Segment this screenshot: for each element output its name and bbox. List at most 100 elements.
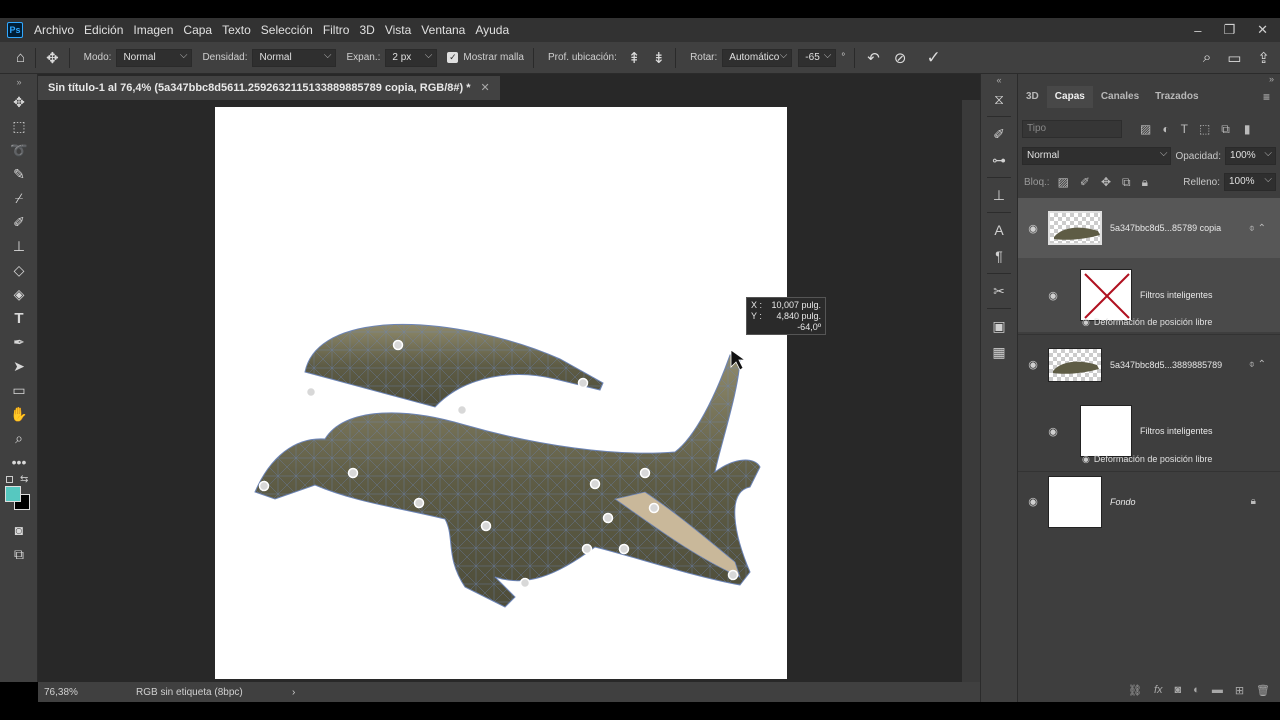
filter-eye-icon[interactable]: ◉ bbox=[1082, 454, 1090, 464]
filter-type-icon[interactable]: T bbox=[1181, 122, 1188, 136]
pin-forward-icon[interactable]: ⇞ bbox=[628, 49, 641, 67]
cancel-icon[interactable]: ⊘ bbox=[894, 49, 907, 67]
document-tab[interactable]: Sin título-1 al 76,4% (5a347bbc8d5611.25… bbox=[38, 76, 500, 100]
expansion-input[interactable]: 2 px bbox=[385, 48, 438, 67]
zoom-level[interactable]: 76,38% bbox=[44, 687, 136, 698]
menu-texto[interactable]: Texto bbox=[217, 18, 256, 42]
new-group-icon[interactable]: ▬ bbox=[1212, 684, 1223, 696]
hand-tool-icon[interactable]: ✋ bbox=[0, 402, 38, 426]
tool-presets-icon[interactable]: ✂ bbox=[981, 278, 1017, 304]
share-icon[interactable]: ⇪ bbox=[1257, 49, 1270, 67]
clone-source-icon[interactable]: ⊥ bbox=[981, 182, 1017, 208]
new-adjustment-icon[interactable]: ◐ bbox=[1193, 684, 1200, 696]
new-layer-icon[interactable]: ⊞ bbox=[1235, 684, 1244, 697]
filter-item[interactable]: ◉ Deformación de posición libre bbox=[1082, 317, 1212, 328]
eraser-tool-icon[interactable]: ◇ bbox=[0, 258, 38, 282]
tab-canales[interactable]: Canales bbox=[1093, 86, 1147, 108]
tab-3d[interactable]: 3D bbox=[1018, 86, 1047, 108]
visibility-eye-icon[interactable]: ◉ bbox=[1018, 495, 1048, 508]
menu-filtro[interactable]: Filtro bbox=[318, 18, 355, 42]
menu-3d[interactable]: 3D bbox=[354, 18, 379, 42]
workspace-icon[interactable]: ▭ bbox=[1227, 49, 1241, 67]
pen-tool-icon[interactable]: ✒ bbox=[0, 330, 38, 354]
history-icon[interactable]: ⧖ bbox=[981, 86, 1017, 112]
menu-edicion[interactable]: Edición bbox=[79, 18, 128, 42]
canvas[interactable] bbox=[215, 107, 787, 679]
path-select-tool-icon[interactable]: ➤ bbox=[0, 354, 38, 378]
rotate-angle-input[interactable]: -65 bbox=[798, 48, 837, 67]
default-colors-icon[interactable] bbox=[6, 476, 13, 483]
layer-row[interactable]: ◉ 5a347bbc8d5...85789 copia ⌽ ⌃ bbox=[1018, 198, 1280, 258]
eyedropper-tool-icon[interactable]: ⌿ bbox=[0, 186, 38, 210]
menu-archivo[interactable]: Archivo bbox=[29, 18, 79, 42]
adjustments-icon[interactable]: ⊶ bbox=[981, 147, 1017, 173]
lasso-tool-icon[interactable]: ➰ bbox=[0, 138, 38, 162]
filter-eye-icon[interactable]: ◉ bbox=[1082, 317, 1090, 327]
link-layers-icon[interactable]: ⛓ bbox=[1128, 684, 1142, 697]
brushes-icon[interactable]: ✐ bbox=[981, 121, 1017, 147]
stamp-tool-icon[interactable]: ⊥ bbox=[0, 234, 38, 258]
undo-icon[interactable]: ↶ bbox=[867, 49, 880, 67]
character-icon[interactable]: A bbox=[981, 217, 1017, 243]
expand-panels-icon[interactable]: « bbox=[981, 74, 1017, 86]
show-mesh-checkbox[interactable]: ✓ bbox=[447, 52, 459, 63]
smart-filter-eye-icon[interactable]: ◉ bbox=[1018, 425, 1068, 438]
libraries-icon[interactable]: ▣ bbox=[981, 313, 1017, 339]
menu-vista[interactable]: Vista bbox=[380, 18, 416, 42]
opacity-input[interactable]: 100% bbox=[1225, 146, 1276, 165]
visibility-eye-icon[interactable]: ◉ bbox=[1018, 222, 1048, 235]
lock-artboard-icon[interactable]: ⧉ bbox=[1122, 175, 1131, 190]
zoom-tool-icon[interactable]: ⌕ bbox=[0, 426, 38, 450]
marquee-tool-icon[interactable]: ⬚ bbox=[0, 114, 38, 138]
tab-capas[interactable]: Capas bbox=[1046, 86, 1093, 108]
filter-pixel-icon[interactable]: ▨ bbox=[1140, 122, 1151, 136]
filter-toggle-icon[interactable]: ▮ bbox=[1244, 122, 1251, 136]
filter-smart-object-icon[interactable]: ⧉ bbox=[1221, 122, 1230, 137]
lock-position-icon[interactable]: ✥ bbox=[1101, 175, 1111, 189]
menu-seleccion[interactable]: Selección bbox=[256, 18, 318, 42]
more-tools-icon[interactable]: ••• bbox=[0, 450, 38, 474]
collapse-icon[interactable]: » bbox=[0, 74, 38, 90]
layer-style-icon[interactable]: fx bbox=[1154, 684, 1163, 696]
smart-filter-eye-icon[interactable]: ◉ bbox=[1018, 289, 1068, 302]
restore-icon[interactable]: ❐ bbox=[1223, 22, 1235, 38]
pin-backward-icon[interactable]: ⇟ bbox=[652, 49, 665, 67]
delete-layer-icon[interactable]: 🗑︎ bbox=[1256, 684, 1270, 697]
shape-tool-icon[interactable]: ▭ bbox=[0, 378, 38, 402]
paragraph-icon[interactable]: ¶ bbox=[981, 243, 1017, 269]
lock-transparency-icon[interactable]: ▨ bbox=[1058, 175, 1069, 189]
status-menu-arrow-icon[interactable]: › bbox=[292, 687, 295, 698]
quick-select-tool-icon[interactable]: ✎ bbox=[0, 162, 38, 186]
home-icon[interactable]: ⌂ bbox=[16, 49, 25, 66]
move-tool-icon[interactable]: ✥ bbox=[0, 90, 38, 114]
fill-input[interactable]: 100% bbox=[1224, 172, 1276, 191]
mode-select[interactable]: Normal bbox=[116, 48, 193, 67]
lock-all-icon[interactable]: 🔒︎ bbox=[1142, 175, 1148, 190]
menu-capa[interactable]: Capa bbox=[178, 18, 217, 42]
smart-filter-toggle-icon[interactable]: ⌽ ⌃ bbox=[1249, 223, 1266, 234]
type-tool-icon[interactable]: T bbox=[0, 306, 38, 330]
menu-ventana[interactable]: Ventana bbox=[416, 18, 470, 42]
rotate-select[interactable]: Automático bbox=[722, 48, 793, 67]
close-tab-icon[interactable]: ✕ bbox=[481, 82, 490, 94]
quick-mask-icon[interactable]: ◙ bbox=[0, 518, 38, 542]
search-icon[interactable]: ⌕ bbox=[1203, 49, 1211, 66]
filter-shape-icon[interactable]: ⬚ bbox=[1199, 122, 1210, 136]
gradients-icon[interactable]: ▦ bbox=[981, 339, 1017, 365]
layer-row[interactable]: ◉ Fondo 🔒︎ bbox=[1018, 471, 1280, 531]
layer-row[interactable]: ◉ 5a347bbc8d5...3889885789 ⌽ ⌃ bbox=[1018, 334, 1280, 394]
brush-tool-icon[interactable]: ✐ bbox=[0, 210, 38, 234]
lock-pixels-icon[interactable]: ✐ bbox=[1080, 175, 1090, 189]
smart-filter-toggle-icon[interactable]: ⌽ ⌃ bbox=[1249, 359, 1266, 370]
layer-search-input[interactable]: Tipo bbox=[1022, 120, 1122, 138]
fill-tool-icon[interactable]: ◈ bbox=[0, 282, 38, 306]
minimize-icon[interactable]: – bbox=[1194, 23, 1201, 38]
close-icon[interactable]: ✕ bbox=[1257, 22, 1268, 38]
screen-mode-icon[interactable]: ⧉ bbox=[0, 542, 38, 566]
add-mask-icon[interactable]: ◙ bbox=[1175, 684, 1182, 696]
menu-ayuda[interactable]: Ayuda bbox=[470, 18, 514, 42]
collapse-panel-icon[interactable]: » bbox=[1269, 74, 1274, 84]
blend-mode-select[interactable]: Normal bbox=[1022, 146, 1172, 165]
commit-icon[interactable]: ✓ bbox=[926, 48, 940, 68]
filter-item[interactable]: ◉ Deformación de posición libre bbox=[1082, 454, 1212, 465]
